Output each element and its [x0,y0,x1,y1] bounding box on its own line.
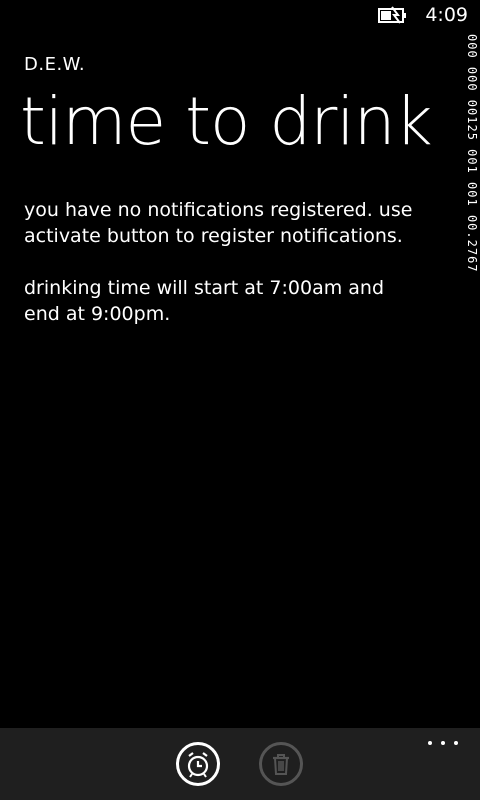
alarm-clock-icon [187,752,209,778]
delete-button[interactable] [259,742,303,786]
notifications-message: you have no notifications registered. us… [24,199,413,247]
status-bar: 4:09 [0,0,480,32]
content-panel: you have no notifications registered. us… [24,197,424,353]
more-options-button[interactable] [428,736,458,750]
status-clock: 4:09 [425,4,468,26]
app-bar [0,728,480,800]
frame-rate-counter: 000 000 00125 001 001 00.2767 [465,32,480,392]
trash-icon [273,754,289,775]
page-title: time to drink [20,83,433,160]
drinking-time-message: drinking time will start at 7:00am and e… [24,277,385,325]
activate-button[interactable] [176,742,220,786]
app-title: D.E.W. [24,54,86,75]
ellipsis-icon [428,741,432,745]
svg-text:000 000 00125 001 001 00.2767: 000 000 00125 001 001 00.2767 [466,34,479,273]
frame-rate-counter-text: 000 000 00125 001 001 00.2767 [465,34,479,273]
battery-charging-icon [378,6,406,24]
